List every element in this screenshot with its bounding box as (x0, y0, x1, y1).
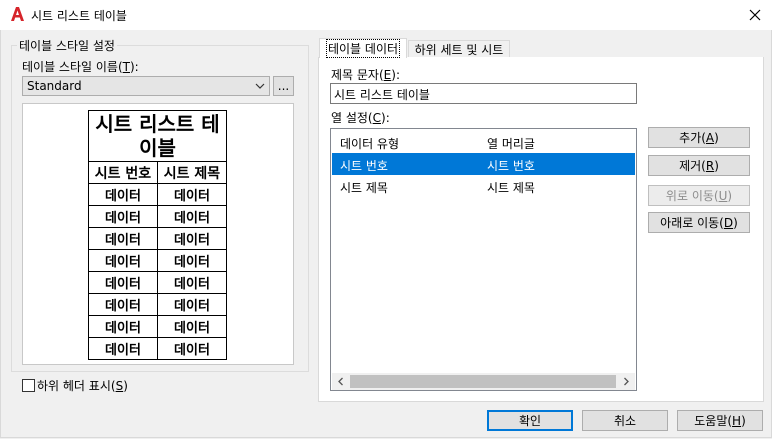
preview-cell: 데이터 (157, 205, 227, 228)
list-item-type: 시트 제목 (340, 181, 388, 195)
title-text-field[interactable]: 시트 리스트 테이블 (330, 83, 637, 104)
preview-cell: 데이터 (88, 183, 158, 206)
table-style-name-label: 테이블 스타일 이름(T): (22, 60, 139, 74)
preview-cell: 데이터 (157, 249, 227, 272)
close-icon (749, 9, 761, 21)
tab-table-data-label: 테이블 데이터 (325, 39, 401, 58)
tab-subsets-and-sheets[interactable]: 하위 세트 및 시트 (408, 40, 510, 57)
preview-cell: 데이터 (157, 293, 227, 316)
preview-cell: 데이터 (88, 227, 158, 250)
ok-button[interactable]: 확인 (487, 410, 573, 431)
title-text-value: 시트 리스트 테이블 (334, 88, 430, 102)
preview-cell: 데이터 (88, 315, 158, 338)
move-up-button[interactable]: 위로 이동(U) (648, 185, 750, 206)
chevron-down-icon (255, 83, 265, 89)
preview-cell: 데이터 (157, 315, 227, 338)
remove-button[interactable]: 제거(R) (648, 155, 750, 176)
scrollbar-thumb[interactable] (350, 375, 616, 388)
list-item[interactable]: 시트 번호 시트 번호 (332, 153, 635, 175)
preview-header-cell: 시트 제목 (157, 161, 227, 184)
tab-table-data[interactable]: 테이블 데이터 (319, 38, 407, 58)
column-settings-label: 열 설정(C): (331, 111, 390, 125)
move-down-button[interactable]: 아래로 이동(D) (648, 212, 750, 233)
sub-header-checkbox-label: 하위 헤더 표시(S) (37, 379, 128, 393)
window-title: 시트 리스트 테이블 (31, 9, 127, 23)
add-button[interactable]: 추가(A) (648, 127, 750, 148)
table-preview: 시트 리스트 테이블 시트 번호 시트 제목 데이터 데이터 데이터 데이터 데이터… (22, 103, 294, 365)
column-header-heading: 열 머리글 (487, 137, 535, 151)
close-button[interactable] (744, 4, 766, 26)
title-text-label: 제목 문자(E): (331, 68, 400, 82)
preview-cell: 데이터 (157, 337, 227, 360)
tab-subsets-label: 하위 세트 및 시트 (414, 42, 504, 57)
preview-cell: 데이터 (88, 293, 158, 316)
preview-table: 시트 리스트 테이블 시트 번호 시트 제목 데이터 데이터 데이터 데이터 데이터… (88, 110, 227, 360)
table-style-group-title: 테이블 스타일 설정 (17, 37, 117, 54)
preview-cell: 데이터 (157, 183, 227, 206)
table-style-value: Standard (27, 79, 82, 93)
preview-cell: 데이터 (157, 271, 227, 294)
preview-cell: 데이터 (88, 205, 158, 228)
browse-style-button[interactable]: ... (273, 76, 294, 96)
scroll-right-icon[interactable] (623, 377, 630, 386)
list-item-type: 시트 번호 (340, 159, 388, 173)
help-button[interactable]: 도움말(H) (677, 410, 763, 431)
preview-cell: 데이터 (88, 249, 158, 272)
list-item-heading: 시트 제목 (487, 181, 535, 195)
autocad-app-icon (9, 6, 25, 22)
preview-cell: 데이터 (88, 337, 158, 360)
horizontal-scrollbar[interactable] (332, 373, 635, 390)
preview-cell: 데이터 (88, 271, 158, 294)
checkbox-box[interactable] (22, 379, 35, 392)
list-item-heading: 시트 번호 (487, 159, 535, 173)
preview-cell: 데이터 (157, 227, 227, 250)
sub-header-checkbox[interactable]: 하위 헤더 표시(S) (22, 377, 128, 394)
cancel-button[interactable]: 취소 (582, 410, 668, 431)
table-style-combo[interactable]: Standard (22, 76, 270, 96)
scroll-left-icon[interactable] (337, 377, 344, 386)
column-settings-list[interactable]: 데이터 유형 열 머리글 시트 번호 시트 번호 시트 제목 시트 제목 (330, 128, 637, 391)
list-item[interactable]: 시트 제목 시트 제목 (332, 175, 635, 197)
preview-header-cell: 시트 번호 (88, 161, 158, 184)
column-header-data-type: 데이터 유형 (340, 137, 400, 151)
list-header: 데이터 유형 열 머리글 (332, 131, 635, 153)
preview-title: 시트 리스트 테이블 (88, 110, 227, 162)
